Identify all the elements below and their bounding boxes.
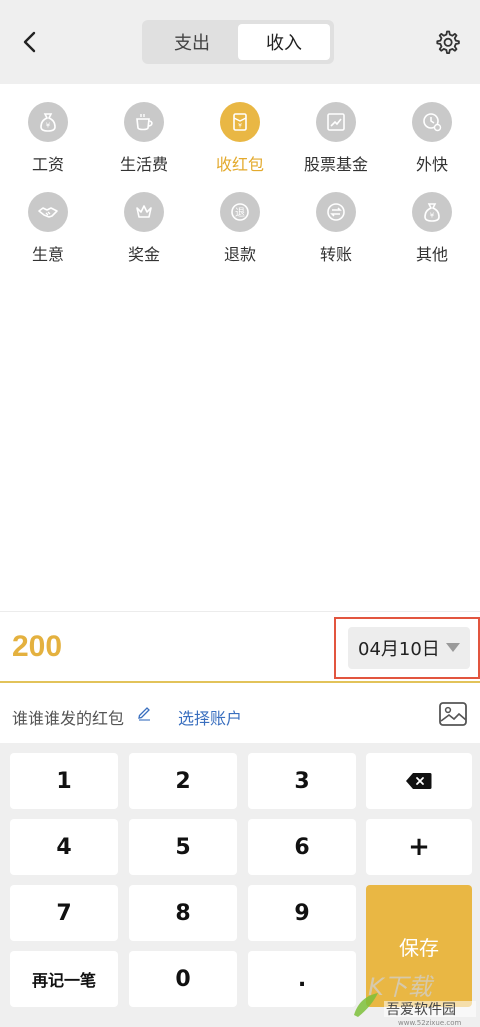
gear-icon (436, 30, 460, 54)
stock-chart-icon (316, 102, 356, 142)
header: 支出 收入 (0, 0, 480, 84)
svg-text:¥: ¥ (430, 212, 435, 220)
transfer-icon (316, 192, 356, 232)
date-highlight-box: 04月10日 (334, 617, 480, 679)
key-dot[interactable]: . (248, 951, 356, 1007)
key-1[interactable]: 1 (10, 753, 118, 809)
handshake-icon (28, 192, 68, 232)
category-label: 工资 (31, 155, 64, 174)
category-red-envelope[interactable]: ¥ 收红包 (192, 102, 288, 192)
category-transfer[interactable]: 转账 (288, 192, 384, 282)
key-7[interactable]: 7 (10, 885, 118, 941)
key-8[interactable]: 8 (129, 885, 237, 941)
amount-display: 200 (12, 630, 63, 663)
tab-expense[interactable]: 支出 (146, 24, 238, 60)
date-label: 04月10日 (358, 639, 440, 660)
category-label: 转账 (319, 245, 352, 264)
note-row: 谁谁谁发的红包 选择账户 (0, 685, 480, 743)
category-living[interactable]: 生活费 (96, 102, 192, 192)
key-5[interactable]: 5 (129, 819, 237, 875)
backspace-icon (406, 773, 432, 789)
clock-coin-icon (412, 102, 452, 142)
refund-icon: 退 (220, 192, 260, 232)
svg-text:吾爱软件园: 吾爱软件园 (386, 1002, 456, 1018)
svg-text:¥: ¥ (238, 123, 242, 130)
red-envelope-icon: ¥ (220, 102, 260, 142)
svg-text:K下载: K下载 (368, 973, 435, 1001)
svg-text:www.52zixue.com: www.52zixue.com (398, 1019, 462, 1027)
money-bag-icon: ¥ (412, 192, 452, 232)
category-label: 其他 (415, 245, 448, 264)
plus-button[interactable]: + (366, 819, 472, 875)
svg-text:¥: ¥ (46, 122, 51, 130)
type-segmented-control: 支出 收入 (142, 20, 334, 64)
key-4[interactable]: 4 (10, 819, 118, 875)
category-stocks[interactable]: 股票基金 (288, 102, 384, 192)
key-2[interactable]: 2 (129, 753, 237, 809)
watermark-logo: K下载 吾爱软件园 www.52zixue.com (354, 973, 476, 1027)
category-label: 收红包 (215, 155, 264, 174)
category-salary[interactable]: ¥ 工资 (0, 102, 96, 192)
back-button[interactable] (14, 26, 46, 58)
category-grid: ¥ 工资 生活费 ¥ 收红包 股票基金 外快 生意 奖金 退 退款 转账 ¥ 其… (0, 102, 480, 282)
record-again-button[interactable]: 再记一笔 (10, 951, 118, 1007)
key-6[interactable]: 6 (248, 819, 356, 875)
note-field[interactable]: 谁谁谁发的红包 (12, 705, 124, 729)
category-refund[interactable]: 退 退款 (192, 192, 288, 282)
category-label: 股票基金 (303, 155, 368, 174)
crown-icon (124, 192, 164, 232)
date-picker[interactable]: 04月10日 (348, 627, 470, 669)
category-label: 奖金 (127, 245, 160, 264)
delete-button[interactable] (366, 753, 472, 809)
cup-icon (124, 102, 164, 142)
tab-income[interactable]: 收入 (238, 24, 330, 60)
category-business[interactable]: 生意 (0, 192, 96, 282)
key-3[interactable]: 3 (248, 753, 356, 809)
settings-button[interactable] (432, 28, 462, 58)
category-label: 退款 (223, 245, 256, 264)
money-bag-icon: ¥ (28, 102, 68, 142)
watermark: K下载 吾爱软件园 www.52zixue.com (348, 965, 480, 1027)
pencil-icon[interactable] (136, 705, 152, 721)
chevron-left-icon (23, 31, 36, 53)
category-bonus[interactable]: 奖金 (96, 192, 192, 282)
dropdown-arrow-icon (446, 643, 460, 652)
category-label: 生活费 (119, 155, 168, 174)
key-0[interactable]: 0 (129, 951, 237, 1007)
category-label: 生意 (31, 245, 64, 264)
key-9[interactable]: 9 (248, 885, 356, 941)
category-label: 外快 (415, 155, 448, 174)
svg-text:退: 退 (235, 207, 245, 219)
category-other[interactable]: ¥ 其他 (384, 192, 480, 282)
select-account-link[interactable]: 选择账户 (178, 705, 242, 729)
amount-bar: 200 04月10日 (0, 611, 480, 683)
image-icon[interactable] (438, 701, 468, 727)
category-side-income[interactable]: 外快 (384, 102, 480, 192)
